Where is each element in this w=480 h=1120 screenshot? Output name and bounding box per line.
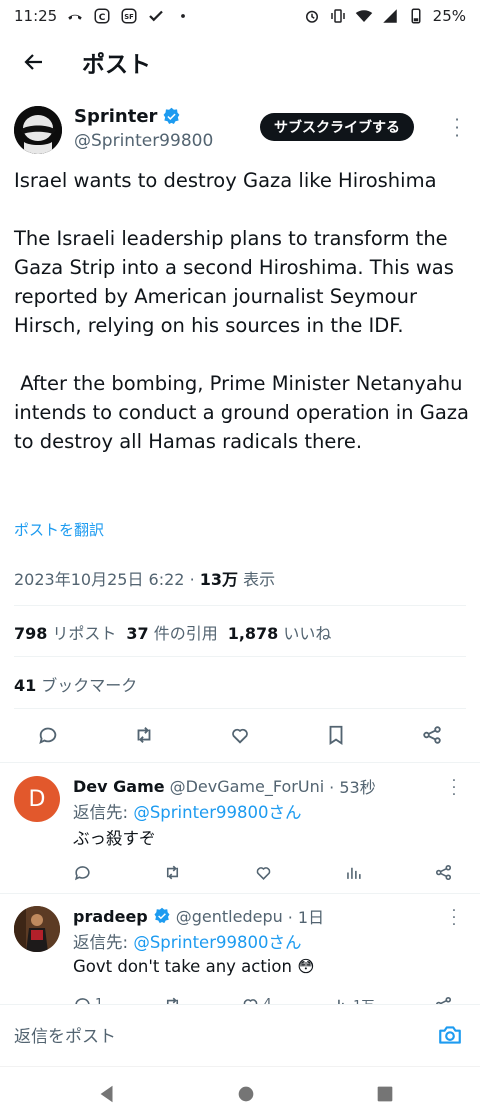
more-options-icon[interactable]: · · · bbox=[450, 112, 464, 144]
more-options-icon[interactable]: · · · bbox=[448, 904, 460, 932]
reply-header: pradeep @gentledepu · 1日 bbox=[73, 904, 324, 928]
divider bbox=[0, 893, 480, 894]
post-meta: 2023年10月25日 6:22 · 13万 表示 bbox=[14, 570, 276, 589]
reply-item[interactable]: D Dev Game @DevGame_ForUni · 53秒 · · · 返信先… bbox=[0, 770, 480, 892]
quotes-stat[interactable]: 37 件の引用 bbox=[126, 620, 217, 644]
svg-text:C: C bbox=[99, 13, 106, 23]
post-actions bbox=[14, 712, 466, 758]
status-time: 11:25 bbox=[14, 7, 58, 25]
reply-mention-link[interactable]: @Sprinter99800さん bbox=[133, 933, 301, 952]
app-sf-icon: SF bbox=[120, 7, 138, 25]
post-text: Israel wants to destroy Gaza like Hirosh… bbox=[14, 166, 470, 456]
reply-time: · 53秒 bbox=[329, 778, 376, 797]
reply-text: Govt don't take any action 😳 bbox=[73, 957, 315, 976]
reply-icon[interactable] bbox=[34, 721, 62, 749]
top-bar: ポスト bbox=[0, 32, 480, 92]
battery-icon bbox=[407, 7, 425, 25]
divider bbox=[14, 605, 466, 606]
missed-call-icon bbox=[66, 7, 84, 25]
views-label: 表示 bbox=[243, 570, 276, 589]
svg-text:SF: SF bbox=[124, 13, 134, 21]
reply-header: Dev Game @DevGame_ForUni · 53秒 bbox=[73, 774, 376, 798]
like-icon[interactable] bbox=[254, 863, 273, 882]
share-icon[interactable] bbox=[434, 863, 453, 882]
status-bar: 11:25 C SF 25% bbox=[0, 0, 480, 32]
signal-icon bbox=[381, 7, 399, 25]
page-title: ポスト bbox=[82, 52, 151, 78]
like-icon[interactable] bbox=[226, 721, 254, 749]
nav-home-icon[interactable] bbox=[233, 1081, 259, 1107]
post-text-para2: The Israeli leadership plans to transfor… bbox=[14, 227, 454, 337]
back-button[interactable] bbox=[14, 42, 54, 82]
reply-time: · 1日 bbox=[287, 908, 325, 927]
reply-actions: 1 4 1万 bbox=[73, 990, 453, 1004]
views-count: 13万 bbox=[199, 570, 239, 589]
repost-icon[interactable] bbox=[163, 995, 182, 1004]
nav-recents-icon[interactable] bbox=[372, 1081, 398, 1107]
translate-link[interactable]: ポストを翻訳 bbox=[14, 519, 104, 540]
post-text-para3: After the bombing, Prime Minister Netany… bbox=[14, 372, 476, 453]
system-nav-bar bbox=[0, 1066, 480, 1120]
author-avatar[interactable] bbox=[14, 106, 62, 154]
reply-to: 返信先: @Sprinter99800さん bbox=[73, 803, 302, 822]
subscribe-button[interactable]: サブスクライブする bbox=[260, 113, 414, 141]
divider bbox=[14, 656, 466, 657]
reply-icon[interactable]: 1 bbox=[73, 995, 103, 1004]
share-icon[interactable] bbox=[418, 721, 446, 749]
more-options-icon[interactable]: · · · bbox=[448, 774, 460, 802]
share-icon[interactable] bbox=[434, 995, 453, 1004]
reply-input[interactable]: 返信をポスト bbox=[14, 1022, 116, 1047]
reply-avatar[interactable]: D bbox=[14, 776, 60, 822]
author-name[interactable]: Sprinter bbox=[74, 106, 181, 127]
reply-text: ぶっ殺すぞ bbox=[73, 829, 156, 848]
post-author: Sprinter @Sprinter99800 サブスクライブする · · · bbox=[14, 104, 466, 160]
alarm-icon bbox=[303, 7, 321, 25]
reply-author-handle: @DevGame_ForUni bbox=[169, 776, 325, 796]
divider bbox=[14, 708, 466, 709]
reposts-stat[interactable]: 798 リポスト bbox=[14, 620, 116, 644]
app-c-icon: C bbox=[93, 7, 111, 25]
repost-icon[interactable] bbox=[163, 863, 182, 882]
reply-item[interactable]: pradeep @gentledepu · 1日 · · · 返信先: @Sprin… bbox=[0, 900, 480, 1004]
views-icon[interactable]: 1万 bbox=[331, 995, 374, 1004]
battery-level: 25% bbox=[432, 7, 466, 25]
repost-icon[interactable] bbox=[130, 721, 158, 749]
vibrate-icon bbox=[329, 7, 347, 25]
wifi-icon bbox=[355, 7, 373, 25]
post-text-line1: Israel wants to destroy Gaza like Hirosh… bbox=[14, 169, 437, 192]
reply-author-name[interactable]: Dev Game bbox=[73, 777, 165, 796]
bookmark-icon[interactable] bbox=[322, 721, 350, 749]
author-handle: @Sprinter99800 bbox=[74, 131, 214, 151]
likes-stat[interactable]: 1,878 いいね bbox=[228, 620, 332, 644]
reply-avatar[interactable] bbox=[14, 906, 60, 952]
reply-composer: 返信をポスト bbox=[0, 1004, 480, 1066]
bookmarks-stat[interactable]: 41 ブックマーク bbox=[14, 672, 137, 696]
reply-author-handle: @gentledepu bbox=[175, 906, 283, 926]
reply-to: 返信先: @Sprinter99800さん bbox=[73, 933, 302, 952]
reply-author-name[interactable]: pradeep bbox=[73, 907, 148, 926]
verified-badge-icon bbox=[162, 107, 181, 126]
check-icon bbox=[147, 7, 165, 25]
post-timestamp[interactable]: 2023年10月25日 6:22 bbox=[14, 570, 184, 589]
arrow-left-icon bbox=[24, 54, 42, 70]
camera-icon[interactable] bbox=[436, 1021, 464, 1049]
divider bbox=[0, 762, 480, 763]
dot-icon bbox=[174, 7, 192, 25]
reply-icon[interactable] bbox=[73, 863, 92, 882]
like-icon[interactable]: 4 bbox=[241, 995, 272, 1004]
reply-mention-link[interactable]: @Sprinter99800さん bbox=[133, 803, 301, 822]
nav-back-icon[interactable] bbox=[94, 1081, 120, 1107]
views-icon[interactable] bbox=[344, 863, 363, 882]
engagement-stats: 798 リポスト 37 件の引用 1,878 いいね bbox=[14, 620, 331, 644]
verified-badge-icon bbox=[153, 907, 171, 925]
reply-actions bbox=[73, 858, 453, 886]
